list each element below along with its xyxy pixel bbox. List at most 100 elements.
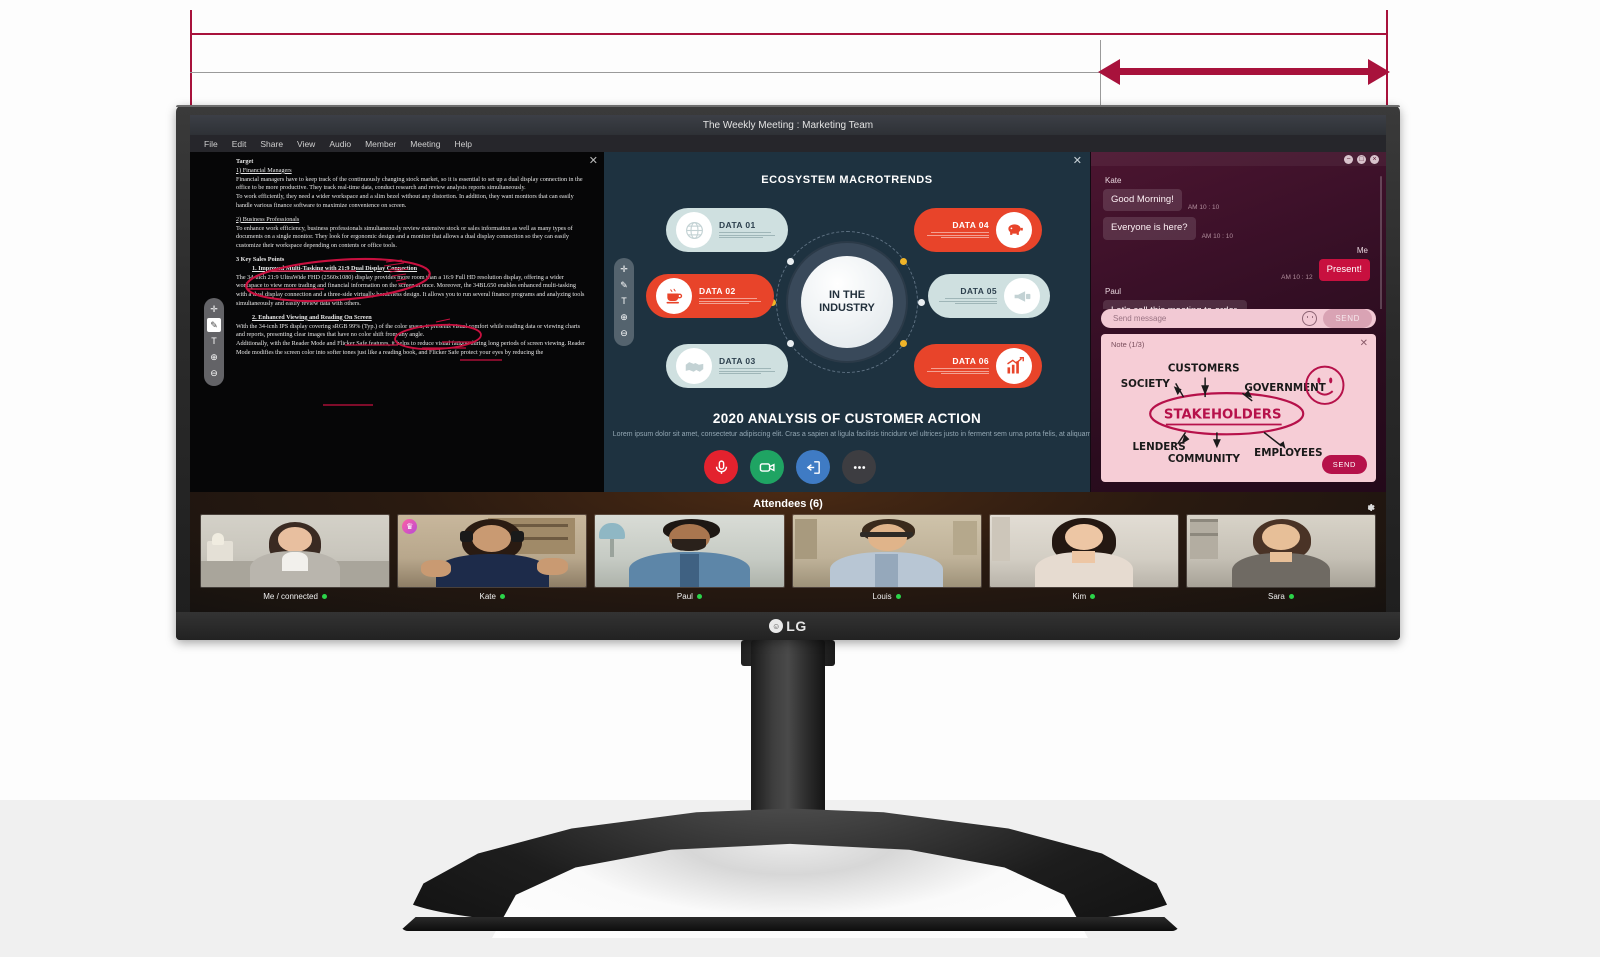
attendee-label: Louis — [792, 592, 982, 601]
document-point1-body: The 34-inch 21:9 UltraWide FHD (2560x108… — [236, 273, 585, 307]
text-tool-icon[interactable]: T — [207, 334, 221, 348]
menu-item-view[interactable]: View — [297, 139, 315, 149]
chat-timestamp: AM 10 : 10 — [1201, 232, 1234, 240]
document-close-button[interactable]: ✕ — [589, 156, 598, 167]
menu-item-edit[interactable]: Edit — [232, 139, 247, 149]
presentation-toolbar[interactable]: ✛ ✎ T ⊕ ⊖ — [614, 258, 634, 346]
chat-sender-kate: Kate — [1105, 176, 1122, 186]
maximize-icon[interactable]: □ — [1357, 154, 1366, 164]
chat-scrollbar[interactable] — [1380, 176, 1382, 309]
chat-message: AM 10 : 12 Present! — [1103, 258, 1370, 282]
infographic-item-data-06[interactable]: DATA 06 — [914, 344, 1042, 388]
attendee-name: Kate — [479, 592, 496, 601]
infographic-hub: IN THE INDUSTRY — [788, 242, 906, 361]
attendee-video-thumbnail[interactable] — [988, 514, 1179, 588]
chat-message: Let's call this meeting to order. AM 10 … — [1103, 300, 1370, 309]
chat-message: Everyone is here? AM 10 : 10 — [1103, 217, 1370, 240]
zoom-in-tool-icon[interactable]: ⊕ — [207, 350, 221, 364]
infographic-label-data-02: DATA 02 — [699, 286, 736, 297]
close-icon[interactable]: × — [1370, 154, 1379, 164]
zoom-in-tool-icon[interactable]: ⊕ — [617, 310, 631, 324]
menu-item-file[interactable]: File — [204, 139, 218, 149]
hub-dot-bl — [787, 339, 794, 347]
document-toolbar[interactable]: ✛ ✎ T ⊕ ⊖ — [204, 298, 224, 386]
infographic-item-data-03[interactable]: DATA 03 — [666, 344, 788, 388]
attendee-label: Me / connected — [200, 592, 390, 601]
infographic-item-data-02[interactable]: DATA 02 — [646, 274, 774, 318]
attendee-card[interactable]: Me / connected — [200, 514, 391, 601]
app-title: The Weekly Meeting : Marketing Team — [702, 119, 874, 131]
attendee-name: Sara — [1267, 592, 1285, 601]
attendee-card[interactable]: ♛ Kate — [397, 514, 588, 601]
hub-dot-tr — [900, 257, 907, 265]
text-tool-icon[interactable]: T — [617, 294, 631, 308]
chat-bubble: Present! — [1318, 258, 1370, 282]
zoom-out-tool-icon[interactable]: ⊖ — [207, 366, 221, 380]
growth-chart-icon — [996, 348, 1032, 384]
move-tool-icon[interactable]: ✛ — [617, 262, 631, 276]
share-screen-button[interactable] — [796, 450, 830, 484]
pen-tool-icon[interactable]: ✎ — [207, 318, 221, 332]
chat-input-row[interactable]: Send message SEND — [1101, 309, 1376, 328]
annotation-top-span — [190, 33, 1388, 35]
megaphone-icon — [1004, 278, 1040, 314]
infographic-item-data-05[interactable]: DATA 05 — [928, 274, 1050, 318]
menu-item-share[interactable]: Share — [260, 139, 283, 149]
chat-send-button[interactable]: SEND — [1323, 309, 1372, 328]
chat-bubble: Everyone is here? — [1103, 217, 1196, 240]
document-section1-title: 1) Financial Managers — [236, 166, 292, 174]
document-point2-body: With the 34-icnh IPS display covering sR… — [236, 322, 581, 339]
microphone-button[interactable] — [704, 450, 738, 484]
emoji-icon[interactable] — [1302, 311, 1318, 326]
infographic-item-data-01[interactable]: DATA 01 — [666, 208, 788, 252]
attendee-video-thumbnail[interactable]: ♛ — [397, 514, 588, 588]
chat-input-placeholder[interactable]: Send message — [1113, 314, 1296, 323]
handshake-icon — [676, 348, 712, 384]
pen-tool-icon[interactable]: ✎ — [617, 278, 631, 292]
attendee-card[interactable]: Paul — [594, 514, 785, 601]
attendee-card[interactable]: Louis — [791, 514, 982, 601]
zoom-out-tool-icon[interactable]: ⊖ — [617, 326, 631, 340]
note-label-community: COMMUNITY — [1168, 453, 1241, 465]
presentation-title: ECOSYSTEM MACROTRENDS — [761, 174, 933, 186]
menu-item-audio[interactable]: Audio — [329, 139, 351, 149]
attendee-name: Paul — [676, 592, 693, 601]
infographic-item-data-04[interactable]: DATA 04 — [914, 208, 1042, 252]
chat-timestamp: AM 10 : 10 — [1187, 204, 1220, 212]
more-options-button[interactable] — [842, 450, 876, 484]
meeting-app-window: The Weekly Meeting : Marketing Team File… — [190, 115, 1386, 612]
app-menu-bar: File Edit Share View Audio Member Meetin… — [190, 135, 1386, 152]
lg-logo-icon: ☺ LG — [769, 618, 806, 634]
chat-bubble: Let's call this meeting to order. — [1103, 300, 1248, 309]
menu-item-meeting[interactable]: Meeting — [410, 139, 440, 149]
menu-item-help[interactable]: Help — [455, 139, 472, 149]
note-label-society: SOCIETY — [1121, 378, 1171, 390]
chat-message-list[interactable]: Kate Good Morning! AM 10 : 10 Everyone i… — [1091, 166, 1386, 309]
chat-window-controls: − □ × — [1091, 152, 1386, 167]
monitor-screen: The Weekly Meeting : Marketing Team File… — [190, 115, 1386, 612]
infographic-label-data-01: DATA 01 — [719, 220, 756, 231]
attendee-label: Kate — [397, 592, 587, 601]
attendee-card[interactable]: Sara — [1185, 514, 1377, 601]
presentation-subtitle: 2020 ANALYSIS OF CUSTOMER ACTION — [712, 411, 982, 426]
attendee-video-thumbnail[interactable] — [791, 514, 982, 588]
document-content: Target 1) Financial Managers Financial m… — [190, 152, 604, 358]
attendee-video-thumbnail[interactable] — [594, 514, 785, 588]
minimize-icon[interactable]: − — [1344, 154, 1353, 164]
note-header: Note (1/3) ✕ — [1101, 334, 1376, 349]
note-center-word: STAKEHOLDERS — [1164, 408, 1282, 423]
annotation-grey-span — [190, 72, 1100, 73]
coffee-icon — [656, 278, 692, 314]
menu-item-member[interactable]: Member — [365, 139, 396, 149]
attendees-bar: Attendees (6) Me / connected ♛ Kate Paul… — [190, 492, 1386, 612]
camera-button[interactable] — [750, 450, 784, 484]
note-send-button[interactable]: SEND — [1321, 455, 1367, 474]
status-badge — [321, 594, 327, 599]
move-tool-icon[interactable]: ✛ — [207, 302, 221, 316]
attendee-card[interactable]: Kim — [988, 514, 1179, 601]
attendee-video-thumbnail[interactable] — [200, 514, 391, 588]
presentation-close-button[interactable]: ✕ — [1073, 156, 1082, 167]
monitor-stand-base — [400, 806, 1180, 938]
infographic-hub-core: IN THE INDUSTRY — [801, 255, 893, 348]
attendee-video-thumbnail[interactable] — [1185, 514, 1377, 588]
